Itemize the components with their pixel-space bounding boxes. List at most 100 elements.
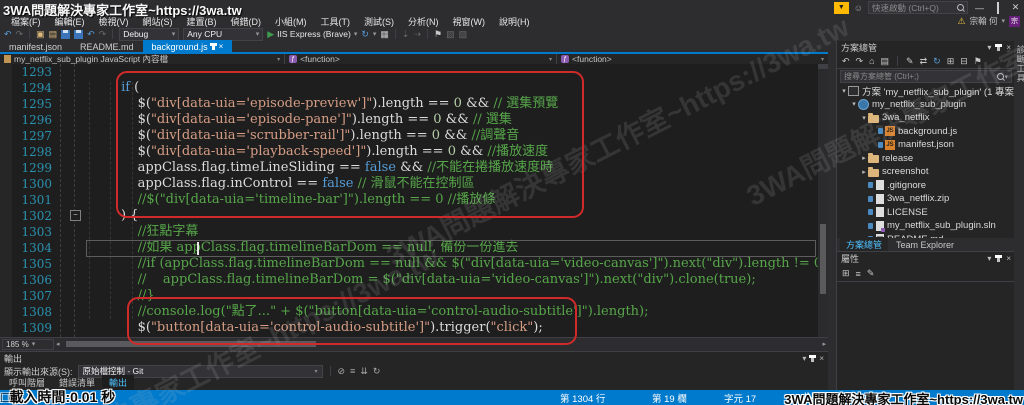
close-button[interactable]: ✕ xyxy=(1009,2,1022,13)
menu-item[interactable]: 小組(M) xyxy=(268,15,314,28)
solution-platform-select[interactable]: Any CPU▾ xyxy=(183,28,263,41)
save-all-icon[interactable] xyxy=(74,30,83,39)
tree-item[interactable]: my_netflix_sub_plugin.sln xyxy=(837,219,1015,233)
quick-launch-input[interactable]: 快速啟動 (Ctrl+Q) xyxy=(868,1,968,14)
close-icon[interactable]: × xyxy=(1006,43,1011,52)
tree-item[interactable]: ▸release xyxy=(837,152,1015,166)
menu-item[interactable]: 工具(T) xyxy=(314,15,358,28)
goto-message-icon[interactable]: ↻ xyxy=(373,366,381,377)
panel-tab-方案總管[interactable]: 方案總管 xyxy=(840,237,888,252)
refresh-icon[interactable]: ↻ xyxy=(933,56,941,67)
filter-notifications-button[interactable]: ▼ xyxy=(834,2,849,14)
chevron-collapsed-icon[interactable]: ▸ xyxy=(860,168,868,176)
menu-item[interactable]: 檢視(V) xyxy=(92,15,136,28)
close-icon[interactable]: × xyxy=(819,354,824,363)
redo-icon[interactable]: ↷ xyxy=(99,28,107,40)
alphabetical-icon[interactable]: ≡ xyxy=(856,269,861,279)
pin-icon[interactable] xyxy=(997,256,1000,262)
step-over-icon[interactable]: ⇢ xyxy=(413,28,421,40)
user-avatar[interactable]: 宗 xyxy=(1009,16,1020,27)
scroll-right-icon[interactable]: ▸ xyxy=(820,340,828,348)
uncomment-icon[interactable]: ▨ xyxy=(459,28,468,40)
notification-warning-icon[interactable]: ⚠ xyxy=(958,16,966,27)
pin-icon[interactable] xyxy=(811,356,814,362)
property-pages-icon[interactable]: ✎ xyxy=(867,268,875,279)
menu-item[interactable]: 偵錯(D) xyxy=(224,15,269,28)
menu-item[interactable]: 網站(S) xyxy=(136,15,180,28)
refresh-icon[interactable]: ↻ xyxy=(361,28,369,40)
user-menu-chevron-icon[interactable]: ▾ xyxy=(1001,17,1005,25)
project-context-select[interactable]: my_netflix_sub_plugin JavaScript 內容檔▾ xyxy=(0,54,285,64)
editor-zoom-select[interactable]: 185 %▾ xyxy=(2,339,54,350)
restore-button[interactable] xyxy=(991,3,1004,13)
pending-changes-filter-icon[interactable]: ✎ xyxy=(906,56,914,67)
tree-item[interactable]: ▾my_netflix_sub_plugin xyxy=(837,98,1015,112)
navigate-forward-icon[interactable]: ↷ xyxy=(856,56,864,67)
bookmark-icon[interactable]: ⚑ xyxy=(434,28,442,40)
properties-icon[interactable]: ⚑ xyxy=(974,56,982,67)
tab-background.js[interactable]: background.js× xyxy=(143,40,233,52)
collapse-all-icon[interactable]: ⊟ xyxy=(960,56,968,67)
categorized-icon[interactable]: ⊞ xyxy=(842,268,850,279)
step-into-icon[interactable]: ⇣ xyxy=(402,28,410,40)
type-select[interactable]: ƒ <function>▾ xyxy=(285,54,557,64)
solution-configuration-select[interactable]: Debug▾ xyxy=(119,28,179,41)
code-line[interactable]: 1306 // appClass.flag.timelineBarDom = $… xyxy=(0,272,818,288)
tab-README.md[interactable]: README.md xyxy=(71,40,143,52)
menu-item[interactable]: 分析(N) xyxy=(401,15,446,28)
chevron-expanded-icon[interactable]: ▾ xyxy=(840,87,848,95)
scroll-left-icon[interactable]: ◂ xyxy=(54,340,62,348)
chevron-expanded-icon[interactable]: ▾ xyxy=(860,114,868,122)
new-project-icon[interactable]: ▣ xyxy=(36,28,45,40)
signed-in-user[interactable]: 宗翰 何 xyxy=(970,15,998,27)
menu-item[interactable]: 編輯(E) xyxy=(48,15,92,28)
window-position-chevron-icon[interactable]: ▾ xyxy=(987,254,991,263)
window-position-chevron-icon[interactable]: ▾ xyxy=(987,43,991,52)
tree-item[interactable]: ▾方案 'my_netflix_sub_plugin' (1 專案) xyxy=(837,84,1015,98)
chevron-expanded-icon[interactable]: ▾ xyxy=(850,100,858,108)
menu-item[interactable]: 說明(H) xyxy=(492,15,537,28)
menu-item[interactable]: 檔案(F) xyxy=(4,15,48,28)
autoscroll-icon[interactable]: ⇊ xyxy=(360,366,368,377)
feedback-icon[interactable]: ☺ xyxy=(854,3,863,13)
member-select[interactable]: ƒ <function>▾ xyxy=(557,54,828,64)
tree-item[interactable]: ▾3wa_netflix xyxy=(837,111,1015,125)
home-icon[interactable]: ⌂ xyxy=(869,56,874,66)
tree-item[interactable]: JSbackground.js xyxy=(837,125,1015,139)
save-icon[interactable] xyxy=(61,30,70,39)
tree-item[interactable]: JSmanifest.json xyxy=(837,138,1015,152)
undo-icon[interactable]: ↶ xyxy=(87,28,95,40)
tab-manifest.json[interactable]: manifest.json xyxy=(0,40,71,52)
solution-explorer-search-input[interactable]: 搜尋方案總管 (Ctrl+;) ▾ xyxy=(840,70,1012,83)
comment-icon[interactable]: ▧ xyxy=(446,28,455,40)
navigate-back-icon[interactable]: ↶ xyxy=(842,56,850,67)
find-in-files-icon[interactable]: ▦ xyxy=(380,28,389,40)
nest-related-files-icon[interactable]: ⊞ xyxy=(947,56,955,67)
navigate-forward-icon[interactable]: ↷ xyxy=(16,28,24,40)
code-line[interactable]: 1303 //狂點字幕 xyxy=(0,224,818,240)
menu-item[interactable]: 測試(S) xyxy=(357,15,401,28)
menu-item[interactable]: 建置(B) xyxy=(180,15,224,28)
tree-item[interactable]: 3wa_netflix.zip xyxy=(837,192,1015,206)
tree-item[interactable]: .gitignore xyxy=(837,179,1015,193)
scrollbar-thumb[interactable] xyxy=(820,224,826,294)
clear-output-icon[interactable]: ⊘ xyxy=(338,366,346,377)
tree-item[interactable]: ▸screenshot xyxy=(837,165,1015,179)
toggle-word-wrap-icon[interactable]: ≡ xyxy=(350,366,355,376)
window-position-chevron-icon[interactable]: ▾ xyxy=(802,354,806,363)
close-icon[interactable]: × xyxy=(1006,254,1011,263)
code-line[interactable]: 1305 //if (appClass.flag.timelineBarDom … xyxy=(0,256,818,272)
pin-icon[interactable] xyxy=(212,44,215,50)
navigate-backward-icon[interactable]: ↶ xyxy=(4,28,12,40)
editor-split-handle[interactable] xyxy=(818,64,828,69)
menu-item[interactable]: 視窗(W) xyxy=(446,15,493,28)
tree-item[interactable]: LICENSE xyxy=(837,206,1015,220)
start-debugging-button[interactable]: ▶ IIS Express (Brave) ▾ xyxy=(267,29,357,40)
editor-vertical-scrollbar[interactable] xyxy=(818,64,828,337)
switch-views-icon[interactable]: ▤ xyxy=(881,56,890,67)
panel-tab-Team Explorer[interactable]: Team Explorer xyxy=(890,239,960,251)
pin-icon[interactable] xyxy=(997,45,1000,51)
sync-with-active-document-icon[interactable]: ⇄ xyxy=(920,56,928,67)
open-file-icon[interactable]: ▤ xyxy=(49,28,58,40)
close-icon[interactable]: × xyxy=(219,42,224,51)
